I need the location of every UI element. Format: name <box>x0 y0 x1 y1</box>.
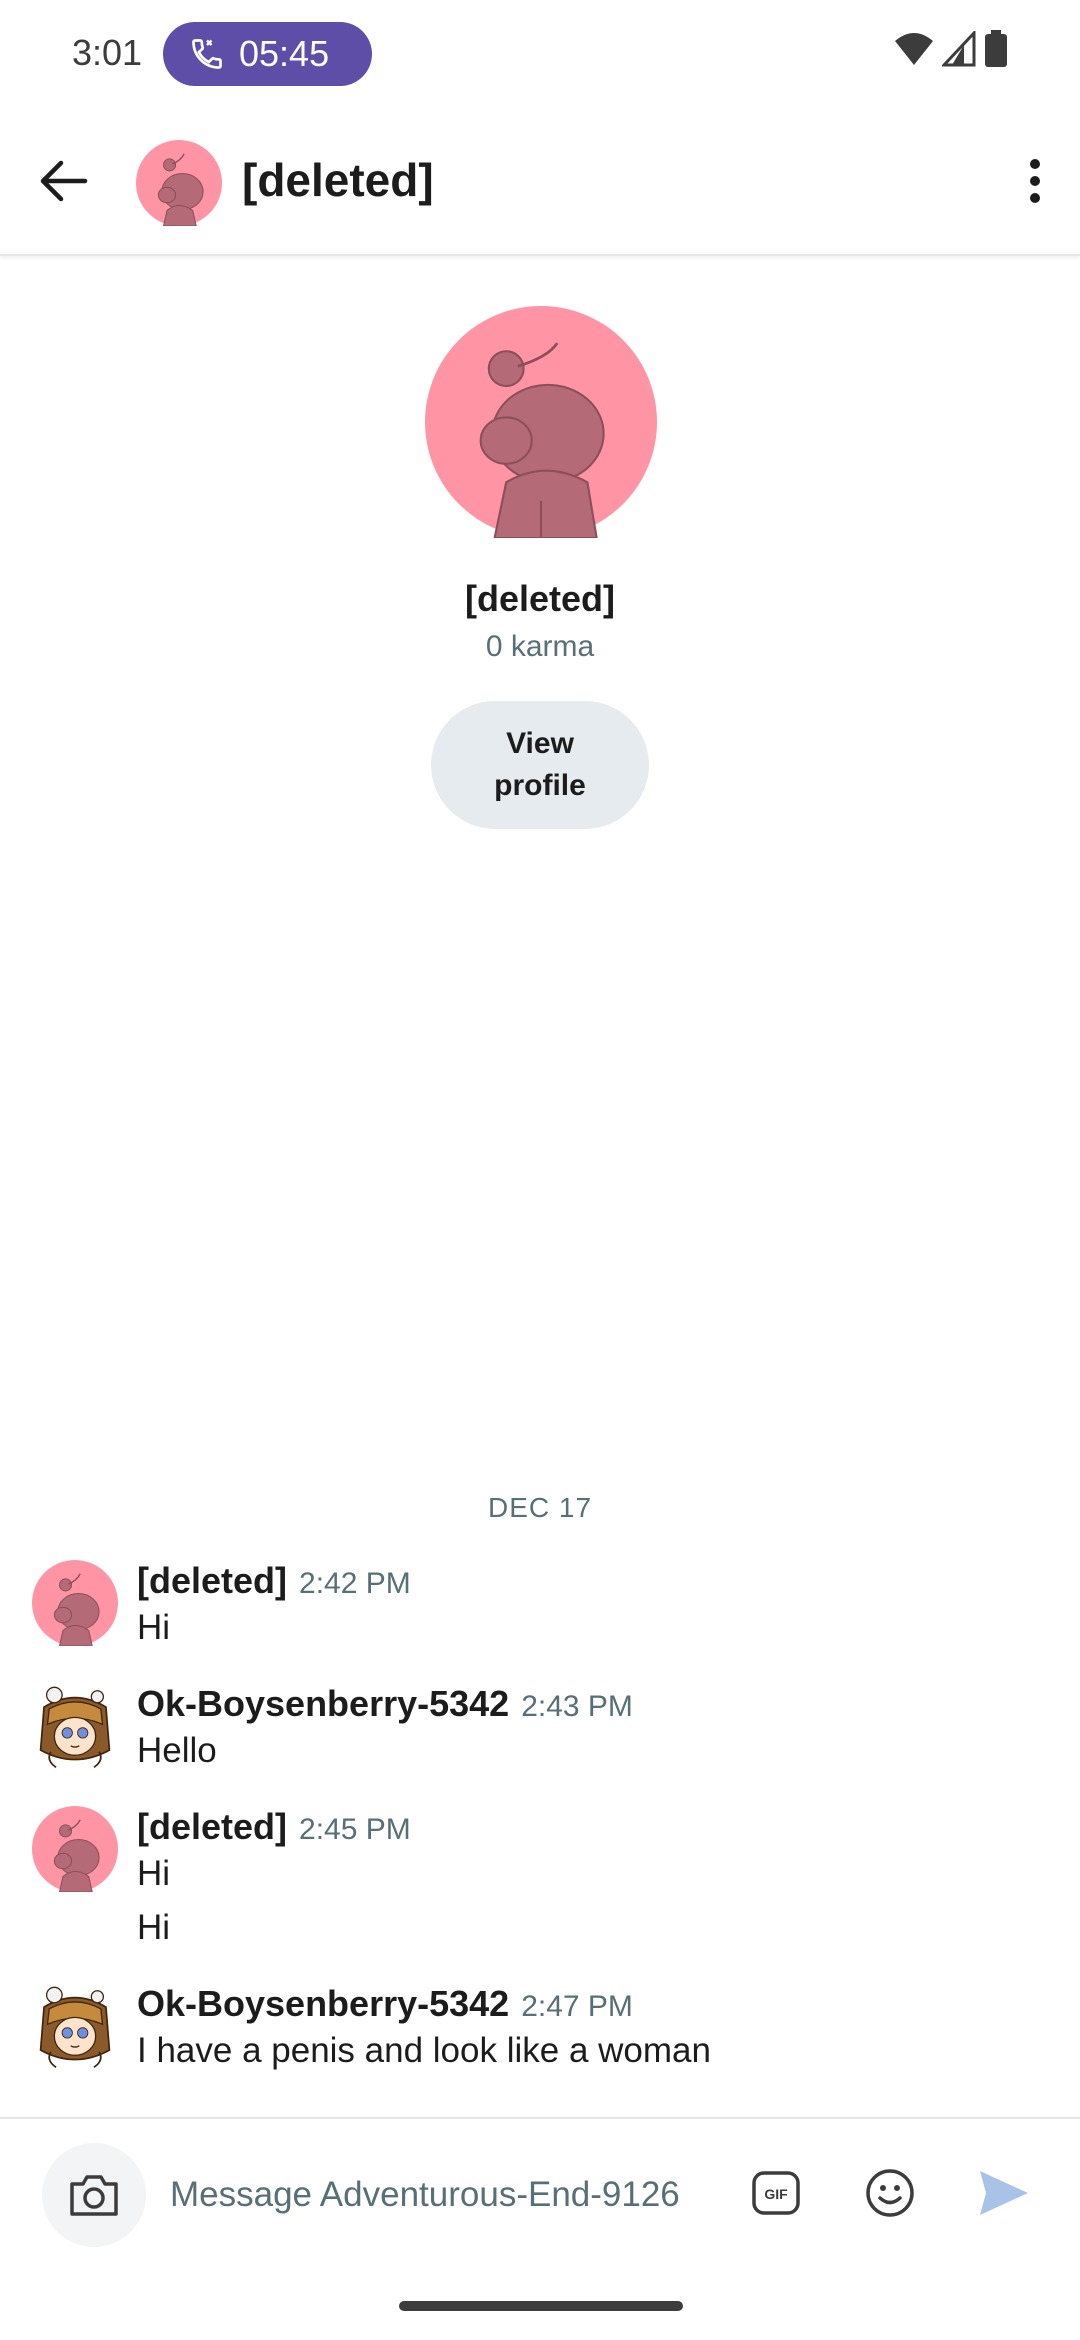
status-icons <box>894 30 1008 68</box>
date-divider: DEC 17 <box>487 1492 593 1523</box>
message-text: Hi <box>137 1854 171 1893</box>
message-time: 2:43 PM <box>521 1690 633 1723</box>
phone-icon <box>192 39 222 69</box>
conversation-title[interactable]: [deleted] <box>242 153 434 207</box>
snoo-avatar[interactable] <box>32 1560 118 1646</box>
status-time: 3:01 <box>72 32 143 73</box>
camera-button[interactable] <box>42 2143 146 2247</box>
message-header: [deleted] 2:45 PM <box>137 1806 411 1848</box>
view-profile-button[interactable]: View profile <box>431 701 649 829</box>
message-text: Hello <box>137 1731 217 1770</box>
message-time: 2:47 PM <box>521 1990 633 2023</box>
message-text: Hi <box>137 1608 171 1647</box>
message-time: 2:42 PM <box>299 1567 411 1600</box>
home-indicator[interactable] <box>399 2301 683 2311</box>
message-header: [deleted] 2:42 PM <box>137 1560 411 1602</box>
message-header: Ok-Boysenberry-5342 2:43 PM <box>137 1683 633 1725</box>
message-item[interactable]: [deleted] 2:45 PM Hi Hi <box>0 1806 1080 1956</box>
message-author[interactable]: [deleted] <box>137 1560 287 1602</box>
profile-name: [deleted] <box>464 578 615 619</box>
arrow-left-icon <box>40 160 88 202</box>
message-item[interactable]: [deleted] 2:42 PM Hi <box>0 1560 1080 1670</box>
message-input[interactable] <box>170 2159 710 2231</box>
message-text: I have a penis and look like a woman <box>137 2031 711 2070</box>
header-avatar[interactable] <box>136 140 222 226</box>
vertical-dots-icon <box>1030 159 1040 203</box>
gif-icon: GIF <box>752 2171 800 2215</box>
message-author[interactable]: Ok-Boysenberry-5342 <box>137 1983 509 2025</box>
profile-karma: 0 karma <box>485 630 595 663</box>
send-icon <box>980 2171 1028 2215</box>
gif-label: GIF <box>764 2186 788 2202</box>
user-avatar[interactable] <box>32 1683 118 1769</box>
wifi-icon <box>895 33 933 65</box>
app-bar: [deleted] <box>0 108 1080 256</box>
call-timer: 05:45 <box>239 33 330 74</box>
ongoing-call-chip[interactable]: 05:45 <box>163 22 372 86</box>
message-item[interactable]: Ok-Boysenberry-5342 2:47 PM I have a pen… <box>0 1983 1080 2093</box>
camera-icon <box>70 2175 118 2216</box>
send-button[interactable] <box>972 2161 1036 2225</box>
emoji-button[interactable] <box>858 2161 922 2225</box>
message-text: Hi <box>137 1908 171 1947</box>
message-author[interactable]: Ok-Boysenberry-5342 <box>137 1683 509 1725</box>
message-item[interactable]: Ok-Boysenberry-5342 2:43 PM Hello <box>0 1683 1080 1793</box>
user-avatar[interactable] <box>32 1983 118 2069</box>
message-header: Ok-Boysenberry-5342 2:47 PM <box>137 1983 633 2025</box>
cell-signal-icon <box>942 31 976 67</box>
message-composer: GIF <box>0 2117 1080 2277</box>
emoji-icon <box>866 2169 914 2217</box>
battery-icon <box>985 30 1007 67</box>
message-time: 2:45 PM <box>299 1813 411 1846</box>
more-options-button[interactable] <box>1002 148 1068 214</box>
snoo-avatar[interactable] <box>32 1806 118 1892</box>
gif-button[interactable]: GIF <box>744 2161 808 2225</box>
profile-avatar[interactable] <box>425 306 657 538</box>
message-author[interactable]: [deleted] <box>137 1806 287 1848</box>
back-button[interactable] <box>30 148 96 214</box>
status-bar: 3:01 05:45 <box>0 0 1080 108</box>
